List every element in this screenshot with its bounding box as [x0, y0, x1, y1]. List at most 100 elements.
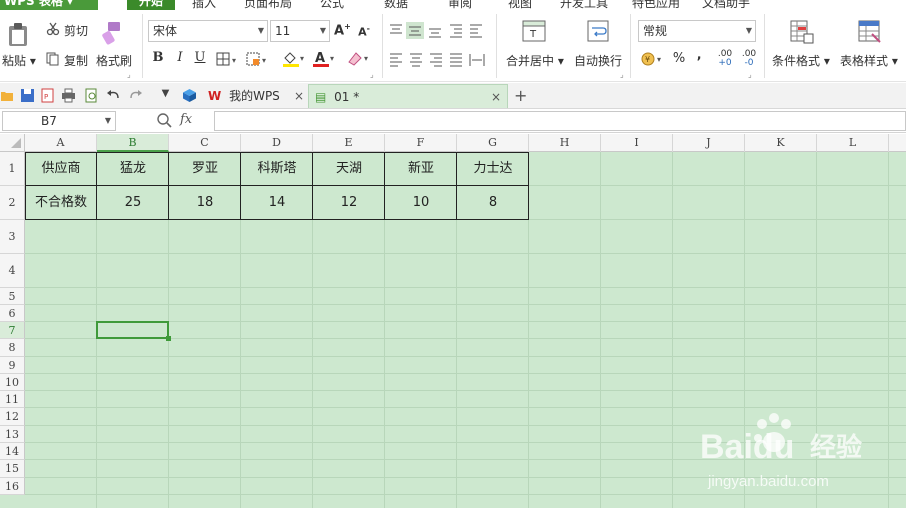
- column-header-h[interactable]: H: [529, 134, 601, 152]
- formula-input[interactable]: [214, 111, 906, 131]
- menu-formula[interactable]: 公式: [320, 0, 344, 10]
- row-header-1[interactable]: 1: [0, 152, 25, 186]
- cell-e2[interactable]: 12: [313, 186, 385, 220]
- conditional-format-icon[interactable]: [790, 20, 814, 44]
- row-header-2[interactable]: 2: [0, 186, 25, 220]
- cell-c1[interactable]: 罗亚: [169, 152, 241, 186]
- selected-cell[interactable]: [96, 321, 169, 339]
- menu-page-layout[interactable]: 页面布局: [244, 0, 292, 10]
- row-header-6[interactable]: 6: [0, 305, 25, 322]
- cell-a1[interactable]: 供应商: [25, 152, 97, 186]
- row-header-8[interactable]: 8: [0, 339, 25, 357]
- column-header-b[interactable]: B: [97, 134, 169, 152]
- underline-button[interactable]: U: [192, 50, 208, 65]
- row-header-10[interactable]: 10: [0, 374, 25, 391]
- row-header-5[interactable]: 5: [0, 288, 25, 305]
- close-icon[interactable]: ×: [491, 85, 501, 109]
- column-header-e[interactable]: E: [313, 134, 385, 152]
- bold-button[interactable]: B: [150, 50, 166, 65]
- print-preview-icon[interactable]: [84, 88, 99, 103]
- font-launcher-icon[interactable]: ⌟: [370, 70, 374, 79]
- format-painter-icon[interactable]: [102, 20, 124, 46]
- row-header-13[interactable]: 13: [0, 426, 25, 443]
- increase-font-icon[interactable]: A+: [334, 22, 351, 38]
- merge-center-button[interactable]: 合并居中 ▾: [506, 52, 564, 69]
- row-header-14[interactable]: 14: [0, 443, 25, 460]
- close-icon[interactable]: ×: [294, 84, 304, 108]
- percent-button[interactable]: %: [672, 51, 686, 66]
- border-icon[interactable]: ▾: [216, 52, 242, 66]
- row-header-9[interactable]: 9: [0, 357, 25, 374]
- undo-icon[interactable]: [106, 88, 121, 103]
- wrap-text-icon[interactable]: [587, 20, 609, 42]
- font-color-icon[interactable]: A ▾: [312, 50, 338, 68]
- redo-icon[interactable]: [128, 88, 143, 103]
- cell-style-icon[interactable]: ▾: [246, 52, 272, 66]
- row-header-11[interactable]: 11: [0, 391, 25, 408]
- cell-e1[interactable]: 天湖: [313, 152, 385, 186]
- row-header-3[interactable]: 3: [0, 220, 25, 254]
- cell-a2[interactable]: 不合格数: [25, 186, 97, 220]
- italic-button[interactable]: I: [172, 50, 188, 65]
- name-box[interactable]: B7 ▼: [2, 111, 116, 131]
- clear-format-icon[interactable]: ▾: [346, 50, 372, 68]
- clipboard-launcher-icon[interactable]: ⌟: [127, 70, 131, 79]
- wrap-text-button[interactable]: 自动换行: [574, 52, 622, 69]
- cell-f1[interactable]: 新亚: [385, 152, 457, 186]
- decrease-font-icon[interactable]: A-: [356, 24, 372, 39]
- open-folder-icon[interactable]: [0, 88, 15, 103]
- comma-button[interactable]: ‚: [694, 48, 704, 63]
- cell-g1[interactable]: 力士达: [457, 152, 529, 186]
- menu-developer[interactable]: 开发工具: [560, 0, 608, 10]
- menu-data[interactable]: 数据: [384, 0, 408, 10]
- paste-button[interactable]: 粘贴 ▾: [2, 52, 36, 69]
- number-launcher-icon[interactable]: ⌟: [748, 70, 752, 79]
- app-menu-button[interactable]: WPS 表格 ▾: [0, 0, 98, 10]
- cube-icon[interactable]: [182, 88, 197, 103]
- zoom-icon[interactable]: [156, 112, 172, 130]
- column-header-c[interactable]: C: [169, 134, 241, 152]
- paste-icon[interactable]: [6, 22, 32, 48]
- column-header-a[interactable]: A: [25, 134, 97, 152]
- font-size-select[interactable]: 11 ▼: [270, 20, 330, 42]
- format-painter-button[interactable]: 格式刷: [96, 52, 132, 69]
- cell-d1[interactable]: 科斯塔: [241, 152, 313, 186]
- number-format-select[interactable]: 常规 ▼: [638, 20, 756, 42]
- chevron-down-icon[interactable]: ▼: [158, 88, 173, 103]
- column-header-g[interactable]: G: [457, 134, 529, 152]
- row-header-15[interactable]: 15: [0, 460, 25, 478]
- menu-insert[interactable]: 插入: [192, 0, 216, 10]
- table-style-button[interactable]: 表格样式 ▾: [840, 52, 898, 69]
- column-header-k[interactable]: K: [745, 134, 817, 152]
- export-pdf-icon[interactable]: P: [40, 88, 55, 103]
- row-header-12[interactable]: 12: [0, 408, 25, 426]
- column-header-l[interactable]: L: [817, 134, 889, 152]
- menu-view[interactable]: 视图: [508, 0, 532, 10]
- row-header-4[interactable]: 4: [0, 254, 25, 288]
- decrease-decimal-button[interactable]: .00 -0: [738, 50, 760, 68]
- column-header-f[interactable]: F: [385, 134, 457, 152]
- cell-f2[interactable]: 10: [385, 186, 457, 220]
- cell-g2[interactable]: 8: [457, 186, 529, 220]
- increase-decimal-button[interactable]: .00 +0: [714, 50, 736, 68]
- menu-review[interactable]: 审阅: [448, 0, 472, 10]
- cut-button[interactable]: 剪切: [64, 22, 88, 39]
- column-header-i[interactable]: I: [601, 134, 673, 152]
- conditional-format-button[interactable]: 条件格式 ▾: [772, 52, 830, 69]
- row-header-16[interactable]: 16: [0, 478, 25, 495]
- cell-c2[interactable]: 18: [169, 186, 241, 220]
- save-icon[interactable]: [20, 88, 35, 103]
- cell-b2[interactable]: 25: [97, 186, 169, 220]
- currency-icon[interactable]: ¥ ▾: [640, 50, 666, 68]
- select-all-corner[interactable]: [0, 134, 25, 152]
- table-style-icon[interactable]: [858, 20, 882, 44]
- font-name-select[interactable]: 宋体 ▼: [148, 20, 268, 42]
- menu-doc-assistant[interactable]: 文档助手: [702, 0, 750, 10]
- copy-button[interactable]: 复制: [64, 52, 88, 69]
- cell-d2[interactable]: 14: [241, 186, 313, 220]
- tab-my-wps[interactable]: W 我的WPS ×: [204, 84, 308, 108]
- fx-icon[interactable]: fx: [180, 112, 192, 127]
- fill-color-icon[interactable]: ▾: [282, 50, 308, 68]
- tab-document[interactable]: ▤ 01 * ×: [308, 84, 508, 108]
- cell-b1[interactable]: 猛龙: [97, 152, 169, 186]
